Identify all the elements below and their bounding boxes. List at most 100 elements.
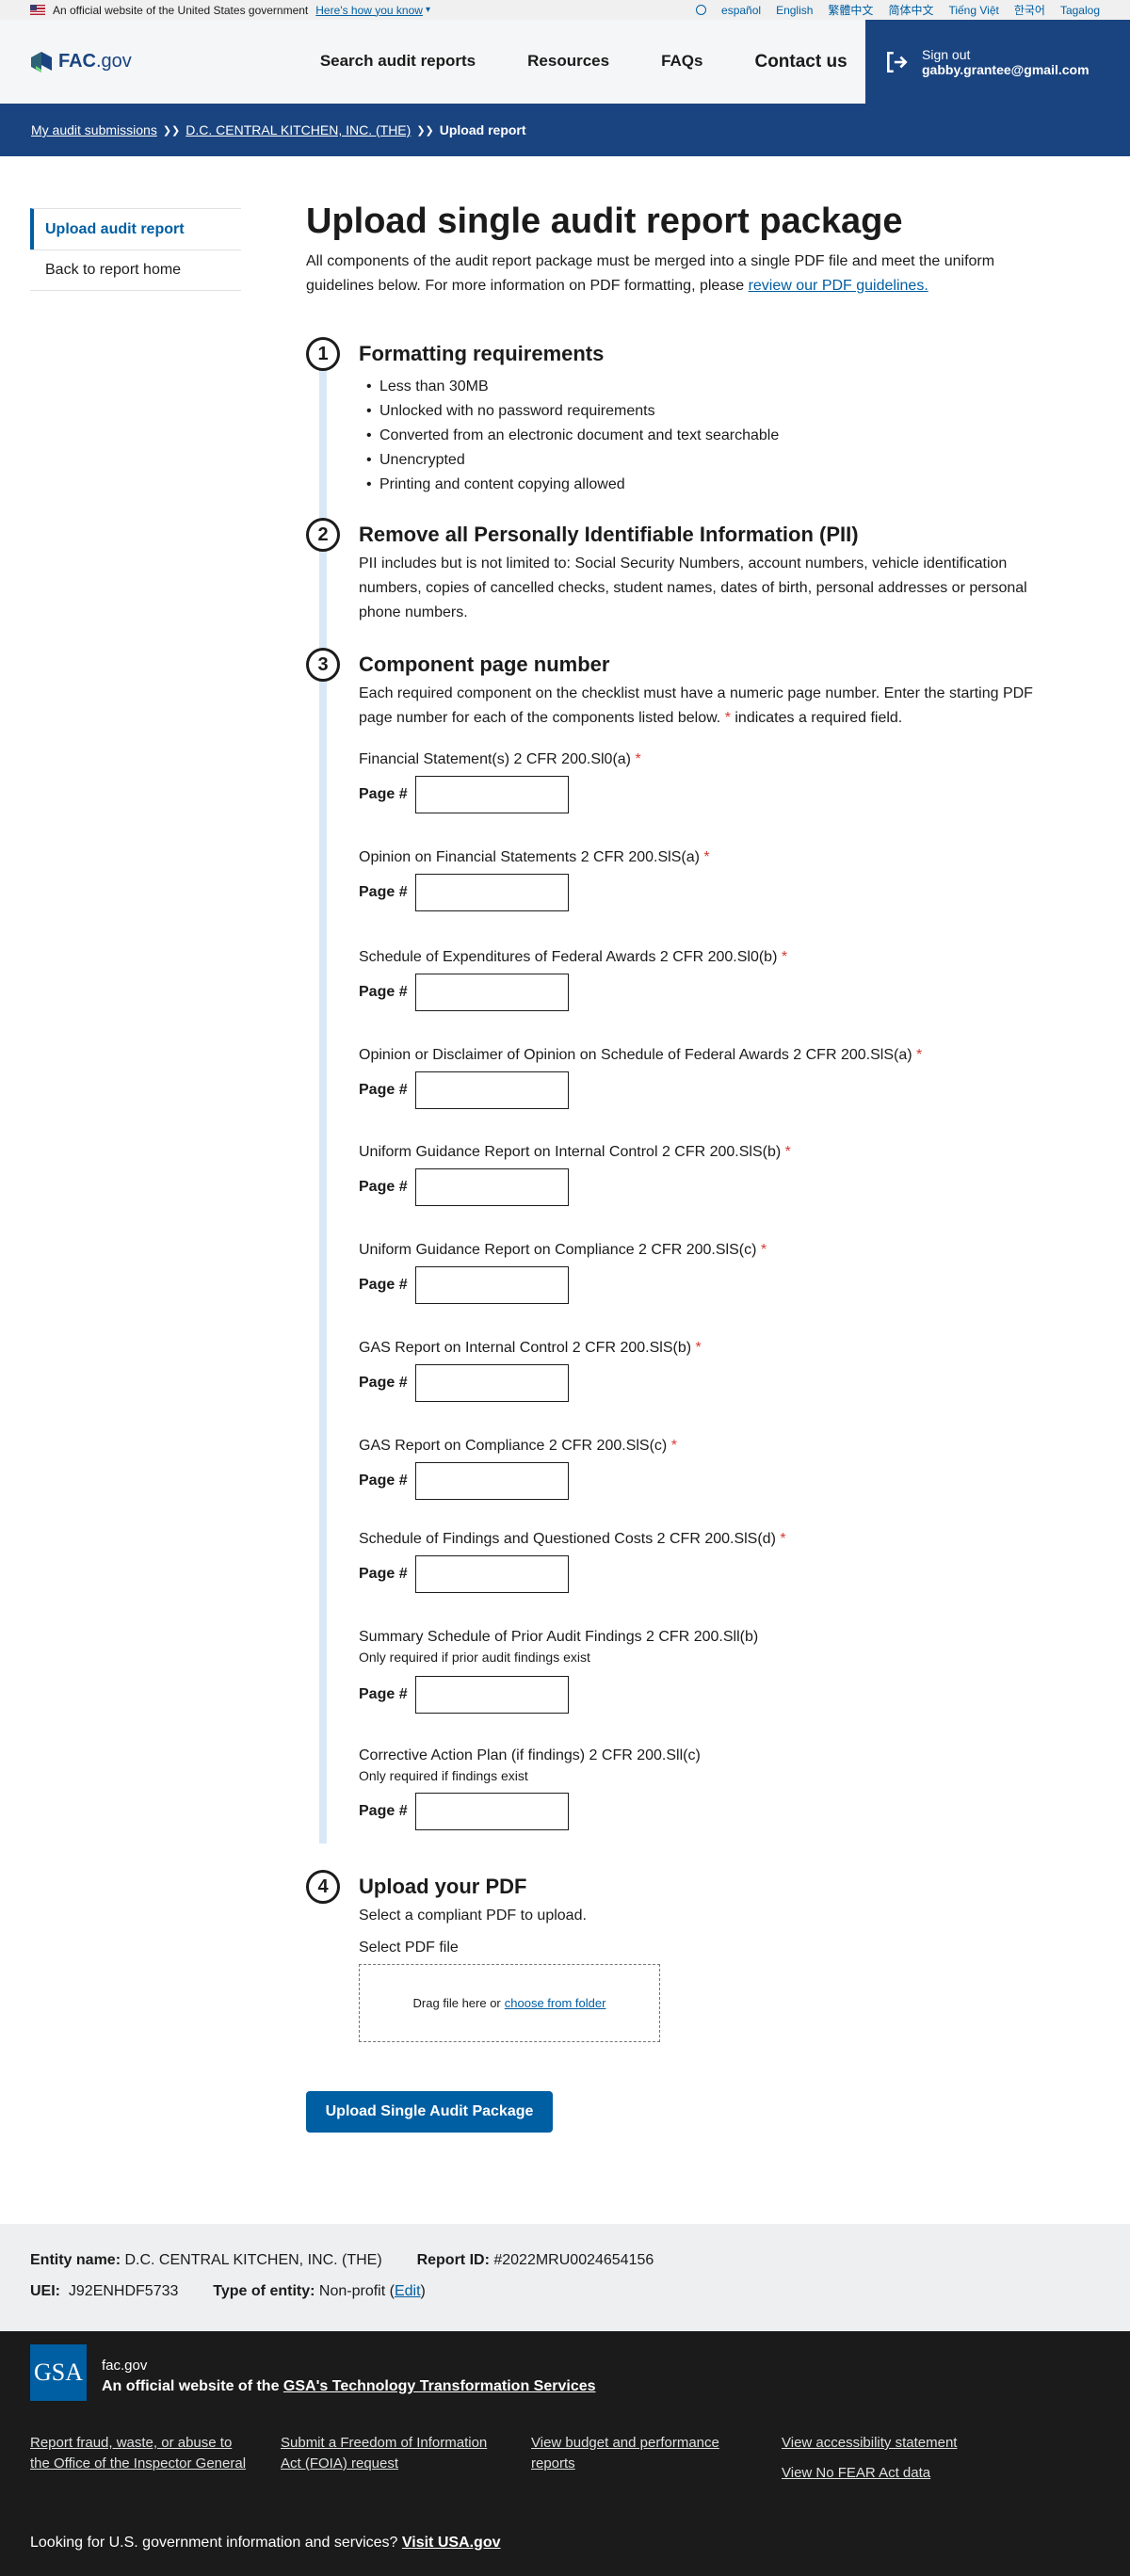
user-email: gabby.grantee@gmail.com (922, 61, 1090, 77)
footer-site-name: fac.gov (102, 2358, 148, 2374)
dropzone-text: Drag file here or (412, 1996, 501, 2010)
step-text: Each required component on the checklist… (359, 682, 1056, 731)
chevron-down-icon: ▾ (425, 5, 430, 15)
step-title: Formatting requirements (359, 342, 605, 365)
globe-icon (696, 5, 707, 15)
footer-links: Report fraud, waste, or abuse to the Off… (30, 2433, 1104, 2493)
field-label-text: Opinion or Disclaimer of Opinion on Sche… (359, 1047, 912, 1063)
file-dropzone[interactable]: Drag file here or choose from folder (359, 1964, 660, 2042)
lang-link[interactable]: English (776, 4, 813, 17)
page-number-input[interactable] (415, 1462, 569, 1500)
required-marker: * (781, 949, 788, 965)
field-label-text: Uniform Guidance Report on Compliance 2 … (359, 1242, 757, 1258)
sidenav-upload-audit-report[interactable]: Upload audit report (30, 208, 241, 250)
sign-out-button[interactable]: Sign out gabby.grantee@gmail.com (865, 20, 1130, 104)
step-text-end: indicates a required field. (730, 710, 903, 726)
chevron-right-icon: ❯❯ (162, 124, 181, 137)
how-you-know-link[interactable]: Here's how you know (315, 4, 423, 17)
sidenav-back-to-report-home[interactable]: Back to report home (30, 250, 241, 291)
field-label-text: Uniform Guidance Report on Internal Cont… (359, 1144, 782, 1160)
page-title: Upload single audit report package (306, 201, 903, 241)
field-label-text: Schedule of Findings and Questioned Cost… (359, 1531, 776, 1547)
field-financial-statements: Financial Statement(s) 2 CFR 200.Sl0(a) … (359, 749, 641, 813)
list-item: Converted from an electronic document an… (359, 424, 1059, 448)
entity-type: Non-profit (318, 2283, 386, 2299)
required-marker: * (784, 1144, 791, 1160)
page-label: Page # (359, 1179, 408, 1195)
site-header: FAC .gov Search audit reports Resources F… (0, 20, 1130, 104)
field-opinion-schedule: Opinion or Disclaimer of Opinion on Sche… (359, 1045, 922, 1109)
nav-contact-us[interactable]: Contact us (754, 52, 847, 72)
field-prior-findings: Summary Schedule of Prior Audit Findings… (359, 1627, 758, 1714)
field-label: Opinion on Financial Statements 2 CFR 20… (359, 847, 710, 868)
footer-usa: Looking for U.S. government information … (30, 2535, 501, 2552)
logo-fac-text: FAC (58, 51, 96, 72)
footer-link-accessibility[interactable]: View accessibility statement (782, 2433, 1032, 2454)
field-ug-internal-control: Uniform Guidance Report on Internal Cont… (359, 1142, 791, 1206)
required-marker: * (695, 1340, 702, 1356)
list-item: Printing and content copying allowed (359, 473, 1059, 497)
field-label-text: GAS Report on Compliance 2 CFR 200.SlS(c… (359, 1438, 668, 1454)
footer-link-budget[interactable]: View budget and performance reports (531, 2433, 750, 2474)
site-footer: GSA fac.gov An official website of the G… (0, 2331, 1130, 2576)
page-number-input[interactable] (415, 974, 569, 1011)
file-input-label: Select PDF file (359, 1940, 459, 1956)
nav-search-audit-reports[interactable]: Search audit reports (320, 52, 476, 72)
required-marker: * (635, 751, 641, 767)
chevron-right-icon: ❯❯ (416, 124, 434, 137)
required-marker: * (760, 1242, 767, 1258)
lang-link[interactable]: 繁體中文 (828, 2, 873, 18)
footer-link-foia[interactable]: Submit a Freedom of Information Act (FOI… (281, 2433, 499, 2474)
tts-link[interactable]: GSA's Technology Transformation Services (283, 2378, 596, 2394)
nav-faqs[interactable]: FAQs (661, 52, 702, 72)
field-schedule-expenditures: Schedule of Expenditures of Federal Awar… (359, 947, 787, 1011)
edit-entity-link[interactable]: Edit (395, 2283, 421, 2299)
field-label: Corrective Action Plan (if findings) 2 C… (359, 1747, 701, 1763)
lang-link[interactable]: 简体中文 (888, 2, 933, 18)
page-number-input[interactable] (415, 1168, 569, 1206)
step-text-body: Each required component on the checklist… (359, 685, 1033, 726)
footer-link-oig[interactable]: Report fraud, waste, or abuse to the Off… (30, 2433, 249, 2474)
report-id-label: Report ID: (416, 2252, 490, 2268)
page-label: Page # (359, 1473, 408, 1489)
entity-row: UEI: J92ENHDF5733 Type of entity: Non-pr… (30, 2283, 426, 2299)
breadcrumb-current: Upload report (439, 122, 526, 137)
lang-link[interactable]: 한국어 (1014, 2, 1045, 18)
step-formatting: 1 Formatting requirements Less than 30MB… (306, 337, 1059, 497)
page-number-input[interactable] (415, 776, 569, 813)
page-number-input[interactable] (415, 1793, 569, 1830)
footer-link-no-fear[interactable]: View No FEAR Act data (782, 2463, 1032, 2484)
page-number-input[interactable] (415, 1266, 569, 1304)
step-upload: 4 Upload your PDF Select a compliant PDF… (306, 1870, 1059, 2042)
required-marker: * (703, 849, 710, 865)
step-number: 1 (306, 337, 340, 371)
nav-resources[interactable]: Resources (527, 52, 609, 72)
lang-link[interactable]: Tiếng Việt (948, 4, 998, 17)
lang-link[interactable]: Tagalog (1060, 4, 1100, 17)
pdf-guidelines-link[interactable]: review our PDF guidelines. (749, 278, 928, 294)
field-opinion-financial: Opinion on Financial Statements 2 CFR 20… (359, 847, 710, 911)
usa-gov-link[interactable]: Visit USA.gov (402, 2535, 501, 2551)
step-title: Upload your PDF (359, 1875, 527, 1898)
required-marker: * (670, 1438, 677, 1454)
choose-from-folder-link[interactable]: choose from folder (505, 1996, 606, 2010)
page-number-input[interactable] (415, 1364, 569, 1402)
breadcrumb-entity[interactable]: D.C. CENTRAL KITCHEN, INC. (THE) (186, 122, 411, 137)
gsa-logo[interactable]: GSA (30, 2344, 87, 2401)
side-nav: Upload audit report Back to report home (30, 208, 241, 291)
step-title: Remove all Personally Identifiable Infor… (359, 523, 859, 546)
lang-link[interactable]: español (721, 4, 761, 17)
breadcrumb-my-submissions[interactable]: My audit submissions (31, 122, 157, 137)
entity-type-label: Type of entity: (213, 2283, 315, 2299)
report-id: #2022MRU0024654156 (493, 2252, 654, 2268)
step-number: 2 (306, 518, 340, 552)
page-number-input[interactable] (415, 1555, 569, 1593)
field-label-text: GAS Report on Internal Control 2 CFR 200… (359, 1340, 692, 1356)
upload-package-button[interactable]: Upload Single Audit Package (306, 2091, 553, 2133)
page-number-input[interactable] (415, 1071, 569, 1109)
page-number-input[interactable] (415, 874, 569, 911)
field-ug-compliance: Uniform Guidance Report on Compliance 2 … (359, 1240, 767, 1304)
page-number-input[interactable] (415, 1676, 569, 1714)
requirements-list: Less than 30MB Unlocked with no password… (359, 375, 1059, 497)
fac-logo[interactable]: FAC .gov (30, 51, 132, 73)
